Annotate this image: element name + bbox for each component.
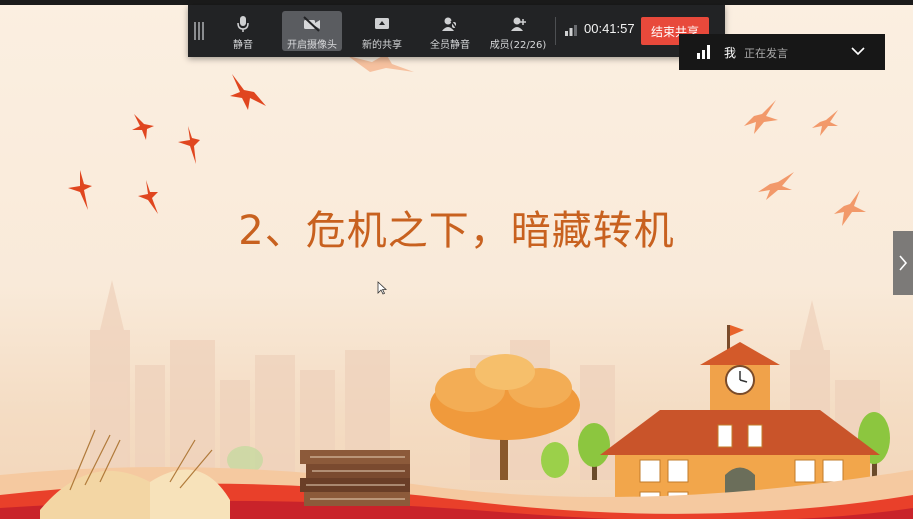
slide-title: 2、危机之下，暗藏转机 xyxy=(238,208,675,254)
mute-all-button[interactable]: 全员静音 xyxy=(426,11,474,51)
new-share-label: 新的共享 xyxy=(362,40,402,51)
mute-all-icon xyxy=(438,14,462,34)
members-icon xyxy=(506,14,530,34)
bird-icon xyxy=(744,100,778,134)
slide-scenery xyxy=(0,280,913,519)
microphone-icon xyxy=(231,14,255,34)
meeting-toolbar: 静音 开启摄像头 新的共享 全员静音 成员(22/26) 00:41:57 结束… xyxy=(188,5,725,57)
mute-label: 静音 xyxy=(233,40,253,51)
toolbar-divider xyxy=(555,17,556,45)
mouse-cursor-icon xyxy=(377,281,387,295)
drag-handle-icon[interactable] xyxy=(194,22,204,40)
members-button[interactable]: 成员(22/26) xyxy=(488,11,548,51)
speaker-panel[interactable]: 我 正在发言 xyxy=(679,34,885,70)
bird-icon xyxy=(178,126,200,164)
volume-bars-icon xyxy=(697,45,710,59)
speaking-status: 正在发言 xyxy=(744,47,788,60)
next-slide-button[interactable] xyxy=(893,231,913,295)
screen-share-icon xyxy=(370,14,394,34)
camera-off-icon xyxy=(300,14,324,34)
camera-label: 开启摄像头 xyxy=(287,40,337,51)
signal-icon xyxy=(565,25,577,36)
camera-button[interactable]: 开启摄像头 xyxy=(282,11,342,51)
members-label: 成员(22/26) xyxy=(489,40,547,51)
meeting-timer: 00:41:57 xyxy=(584,21,635,36)
chevron-down-icon[interactable] xyxy=(851,46,865,56)
bird-icon xyxy=(230,74,266,110)
mute-all-label: 全员静音 xyxy=(430,40,470,51)
shared-screen: 2、危机之下，暗藏转机 xyxy=(0,0,913,519)
bird-icon xyxy=(132,114,154,140)
bird-icon xyxy=(812,110,838,136)
new-share-button[interactable]: 新的共享 xyxy=(358,11,406,51)
speaker-name: 我 xyxy=(724,46,737,60)
mute-button[interactable]: 静音 xyxy=(220,11,266,51)
chevron-right-icon xyxy=(899,255,908,271)
